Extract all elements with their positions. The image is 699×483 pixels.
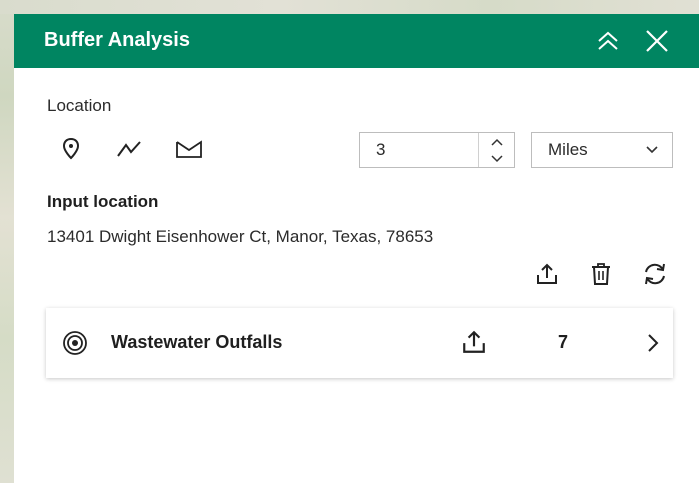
close-button[interactable] <box>641 25 673 57</box>
polyline-icon <box>117 141 141 157</box>
close-icon <box>646 30 668 52</box>
layer-result-card[interactable]: Wastewater Outfalls 7 <box>46 308 673 378</box>
panel-title: Buffer Analysis <box>44 29 190 51</box>
distance-spinner <box>478 133 514 167</box>
chevron-down-icon <box>646 146 658 154</box>
chevron-up-icon <box>490 138 503 146</box>
input-location-title: Input location <box>47 192 159 211</box>
decrement-button[interactable] <box>479 150 514 167</box>
units-select[interactable]: Miles <box>531 132 673 168</box>
chevron-right-icon <box>641 328 665 358</box>
layer-feature-count: 7 <box>558 332 569 352</box>
buffer-rings-icon <box>60 328 90 358</box>
chevron-down-icon <box>490 154 503 162</box>
panel-header: Buffer Analysis <box>14 14 699 68</box>
collapse-button[interactable] <box>592 25 624 57</box>
double-chevron-up-icon <box>598 31 618 50</box>
polyline-tool-button[interactable] <box>114 134 144 164</box>
refresh-button[interactable] <box>640 259 670 289</box>
export-layer-button[interactable] <box>458 326 490 358</box>
trash-icon <box>592 263 610 285</box>
distance-stepper <box>359 132 515 168</box>
buffer-analysis-panel: Buffer Analysis Location 3 Miles Input l… <box>14 14 699 483</box>
location-label: Location <box>47 96 112 115</box>
distance-input[interactable] <box>360 133 478 167</box>
map-pin-icon <box>62 138 80 160</box>
export-icon <box>537 263 557 284</box>
refresh-icon <box>645 263 665 285</box>
map-background <box>0 0 14 483</box>
increment-button[interactable] <box>479 133 514 150</box>
polygon-icon <box>176 140 202 158</box>
delete-location-button[interactable] <box>586 259 616 289</box>
map-background-top <box>0 0 699 14</box>
point-tool-button[interactable] <box>56 134 86 164</box>
input-location-address: 13401 Dwight Eisenhower Ct, Manor, Texas… <box>47 227 434 246</box>
export-icon <box>463 330 485 353</box>
export-location-button[interactable] <box>532 259 562 289</box>
layer-name: Wastewater Outfalls <box>111 332 283 352</box>
polygon-tool-button[interactable] <box>174 134 204 164</box>
units-selected-value: Miles <box>548 140 588 159</box>
